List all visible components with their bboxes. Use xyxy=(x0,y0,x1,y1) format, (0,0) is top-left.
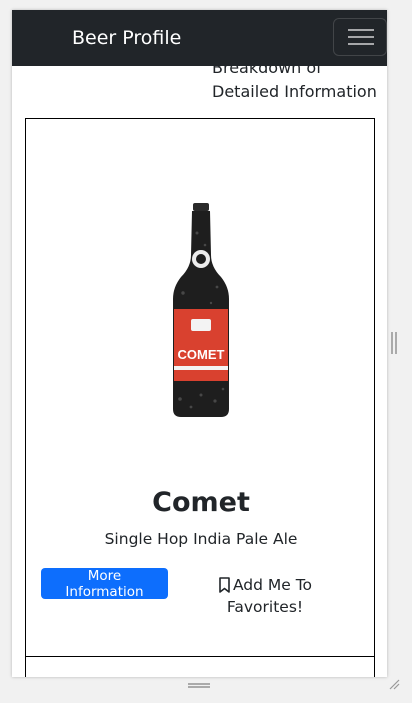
viewport-resize-handle-right[interactable] xyxy=(391,332,397,354)
mobile-viewport: Breakdown of Detailed Information Beer P… xyxy=(12,10,387,677)
navbar-toggle-button[interactable] xyxy=(333,18,387,56)
viewport-resize-corner[interactable] xyxy=(388,678,400,690)
bottle-label-text: COMET xyxy=(178,347,225,362)
beer-card: COMET Comet Single Hop India Pale Ale Mo… xyxy=(25,118,375,657)
navbar: Beer Profile xyxy=(12,10,387,66)
add-to-favorites-label: Add Me To Favorites! xyxy=(226,576,313,616)
beer-tagline: Single Hop India Pale Ale xyxy=(104,530,298,548)
beer-name: Comet xyxy=(152,487,250,518)
hamburger-icon xyxy=(348,29,374,31)
bookmark-icon xyxy=(219,577,230,593)
more-information-button[interactable]: More Information xyxy=(41,568,168,600)
beer-bottle-image: COMET xyxy=(173,203,229,417)
add-to-favorites-link[interactable]: Add Me To Favorites! xyxy=(202,574,328,618)
next-beer-card xyxy=(25,656,375,677)
navbar-brand[interactable]: Beer Profile xyxy=(72,25,181,51)
viewport-resize-handle-bottom[interactable] xyxy=(188,683,210,688)
